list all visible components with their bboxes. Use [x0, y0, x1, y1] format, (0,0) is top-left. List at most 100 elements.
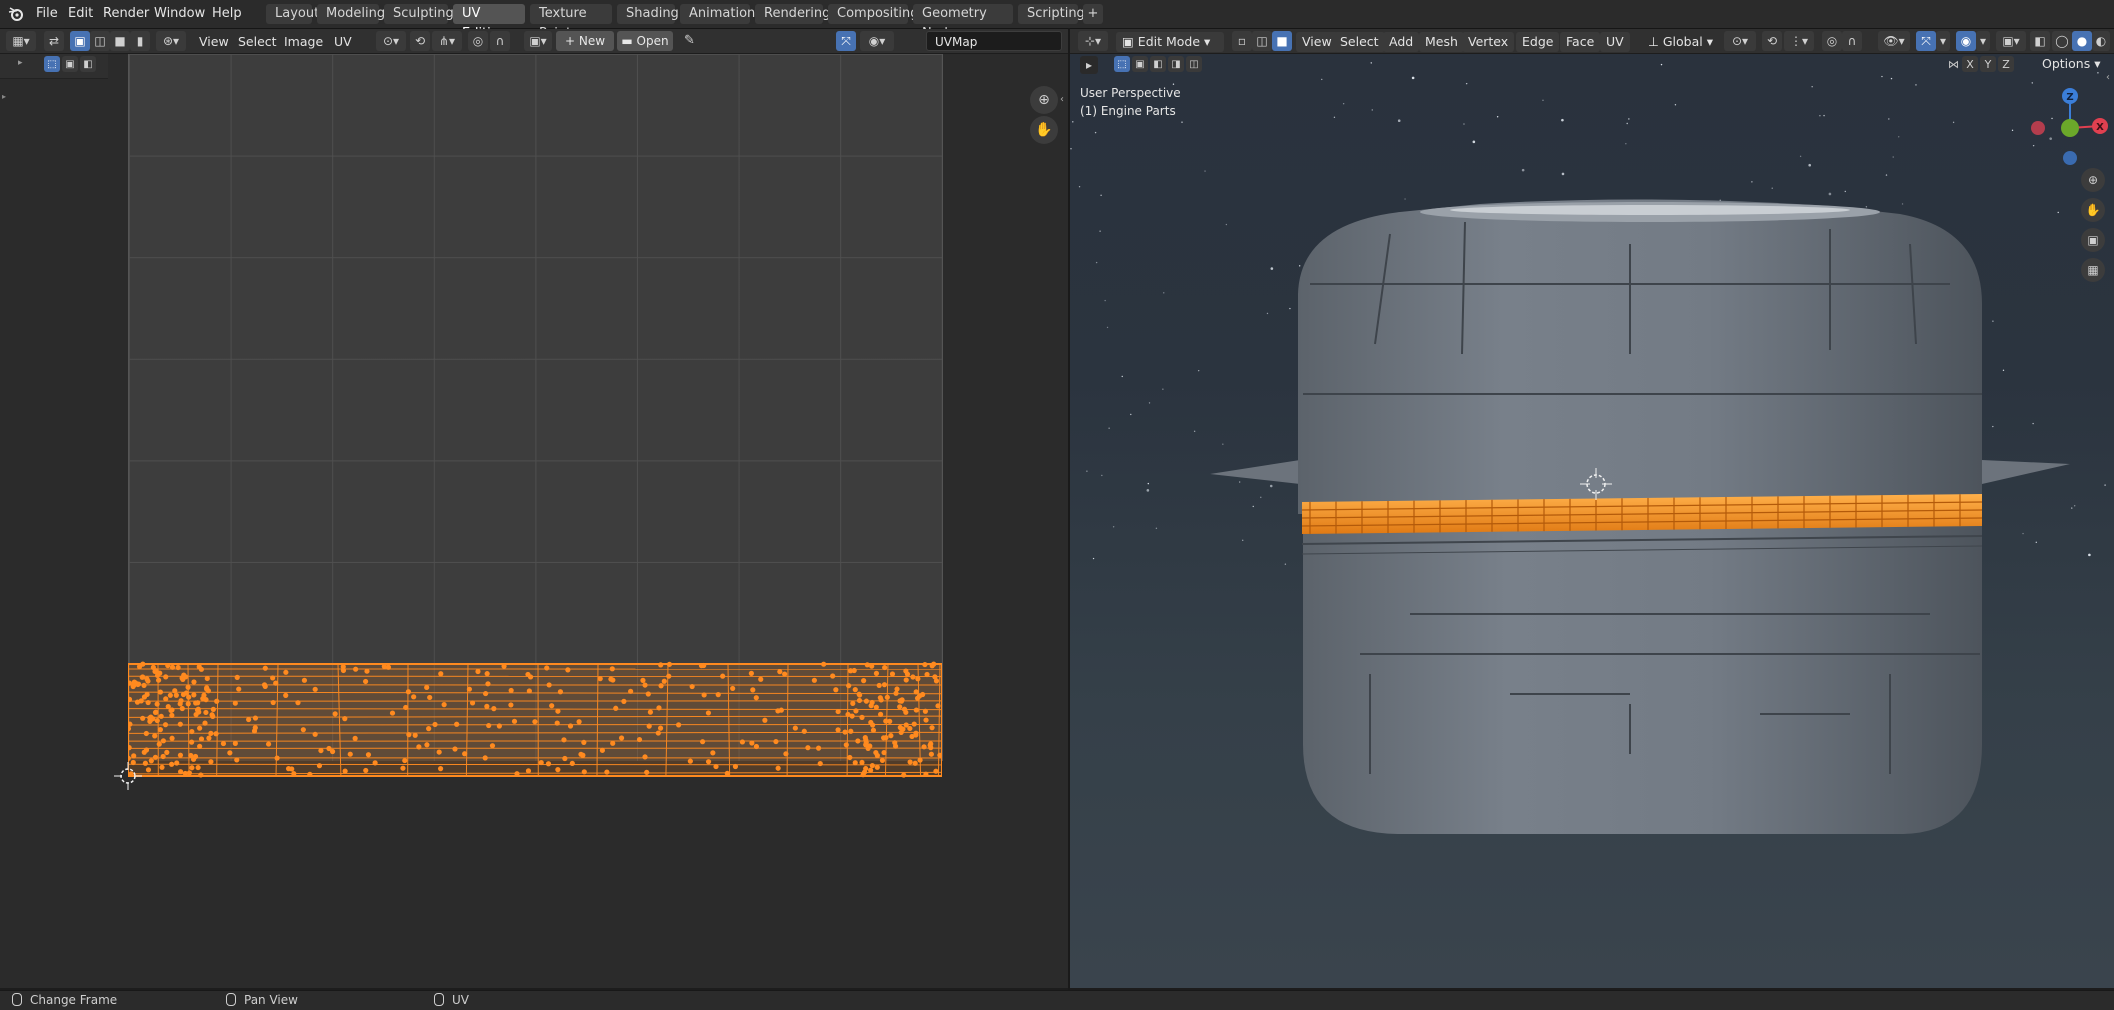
material-shading-icon[interactable]: ◐ — [2092, 31, 2110, 51]
vertex-select-icon[interactable]: ▣ — [70, 31, 90, 51]
menu-edit[interactable]: Edit — [62, 5, 99, 23]
snap-target-icon[interactable]: ⋔▾ — [432, 31, 462, 51]
mode-label: Edit Mode — [1138, 34, 1200, 49]
snapping-icon[interactable]: ⟲ — [1762, 31, 1782, 51]
vp-select-subtract-icon[interactable]: ◧ — [1150, 56, 1166, 72]
new-image-button[interactable]: + New — [556, 31, 614, 51]
select-box-tool-icon[interactable]: ⬚ — [44, 56, 60, 72]
overlay-toggle-icon[interactable]: ◉ — [1956, 31, 1976, 51]
ortho-toggle-icon[interactable]: ▦ — [2081, 258, 2105, 282]
blender-logo-icon[interactable] — [8, 6, 24, 22]
tab-shading[interactable]: Shading — [617, 4, 675, 24]
vertex-mode-icon[interactable]: ▫ — [1232, 31, 1252, 51]
vp-menu-uv[interactable]: UV — [1600, 32, 1630, 52]
menu-file[interactable]: File — [30, 5, 64, 23]
expand-arrow-icon[interactable]: ▸ — [18, 58, 23, 68]
uv-overlay-icon[interactable]: ◉▾ — [860, 31, 894, 51]
image-browse-icon[interactable]: ▣▾ — [524, 31, 552, 51]
mirror-x-toggle[interactable]: X — [1962, 56, 1978, 72]
tab-texture-paint[interactable]: Texture Paint — [530, 4, 612, 24]
tab-layout[interactable]: Layout — [266, 4, 312, 24]
gizmo-toggle-icon[interactable]: ⤧ — [1916, 31, 1936, 51]
vp-menu-mesh[interactable]: Mesh — [1419, 32, 1464, 52]
face-select-icon[interactable]: ■ — [110, 31, 130, 51]
left-region-toggle-icon[interactable]: ▸ — [2, 92, 6, 101]
editor-type-icon[interactable]: ▦▾ — [6, 31, 36, 51]
face-mode-icon[interactable]: ■ — [1272, 31, 1292, 51]
mirror-y-toggle[interactable]: Y — [1980, 56, 1996, 72]
menu-render[interactable]: Render — [97, 5, 155, 23]
navigation-gizmo[interactable]: Z X — [2024, 84, 2114, 174]
edge-select-icon[interactable]: ◫ — [90, 31, 110, 51]
uv-menu-select[interactable]: Select — [232, 32, 283, 52]
sticky-mode-icon[interactable]: ⊛▾ — [156, 31, 186, 51]
2d-cursor-icon[interactable] — [114, 762, 142, 790]
falloff-icon[interactable]: ∩ — [490, 31, 510, 51]
uv-menu-uv[interactable]: UV — [328, 32, 358, 52]
select-mode-subtract-icon[interactable]: ◧ — [80, 56, 96, 72]
island-select-icon[interactable]: ▮ — [130, 31, 150, 51]
vp-menu-vertex[interactable]: Vertex — [1462, 32, 1514, 52]
tab-uv-editing[interactable]: UV Editing — [453, 4, 525, 24]
vp-menu-select[interactable]: Select — [1334, 32, 1385, 52]
uv-menu-image[interactable]: Image — [278, 32, 329, 52]
sidebar-toggle-icon[interactable]: ‹ — [1060, 94, 1064, 105]
uvmap-field[interactable]: UVMap — [926, 31, 1062, 51]
vp-select-extend-icon[interactable]: ▣ — [1132, 56, 1148, 72]
edge-mode-icon[interactable]: ◫ — [1252, 31, 1272, 51]
3d-viewport[interactable]: ▸ ⬚ ▣ ◧ ◨ ◫ User Perspective (1) Engine … — [1070, 54, 2114, 988]
mirror-z-toggle[interactable]: Z — [1998, 56, 2014, 72]
uv-gizmo-icon[interactable]: ⤧ — [836, 31, 856, 51]
menu-help[interactable]: Help — [206, 5, 248, 23]
proportional-edit-icon[interactable]: ◎ — [468, 31, 488, 51]
new-image-label: New — [579, 34, 605, 48]
vp-select-invert-icon[interactable]: ◨ — [1168, 56, 1184, 72]
tab-geometry-nodes[interactable]: Geometry Nodes — [913, 4, 1013, 24]
tab-compositing[interactable]: Compositing — [828, 4, 908, 24]
sync-selection-icon[interactable]: ⇄ — [44, 31, 64, 51]
options-dropdown[interactable]: Options ▾ — [2036, 54, 2106, 74]
visibility-icon[interactable]: 👁▾ — [1878, 31, 1910, 51]
vp-select-box-icon[interactable]: ⬚ — [1114, 56, 1130, 72]
overlay-menu-icon[interactable]: ▾ — [1976, 31, 1990, 51]
editor-type-3d-icon[interactable]: ⊹▾ — [1078, 31, 1108, 51]
tab-modeling[interactable]: Modeling — [317, 4, 379, 24]
vp-menu-face[interactable]: Face — [1560, 32, 1600, 52]
pin-icon[interactable]: ✎ — [684, 33, 695, 48]
toolbar-toggle-icon[interactable]: ▸ — [1080, 56, 1098, 74]
mesh-edit-overlay-icon[interactable]: ▣▾ — [1996, 31, 2026, 51]
snap-element-icon[interactable]: ⋮▾ — [1784, 31, 1814, 51]
menu-window[interactable]: Window — [148, 5, 211, 23]
vp-menu-add[interactable]: Add — [1383, 32, 1419, 52]
gizmo-menu-icon[interactable]: ▾ — [1936, 31, 1950, 51]
uv-editor[interactable]: ▸ ⬚ ▣ ◧ ▸ ⊕ ✋ ‹ — [0, 54, 1068, 988]
uv-menu-view[interactable]: View — [193, 32, 235, 52]
pivot-point-icon[interactable]: ⊙▾ — [1724, 31, 1756, 51]
vp-falloff-icon[interactable]: ∩ — [1842, 31, 1862, 51]
tab-scripting[interactable]: Scripting — [1018, 4, 1078, 24]
solid-shading-icon[interactable]: ● — [2072, 31, 2092, 51]
zoom-icon[interactable]: ⊕ — [1030, 86, 1058, 114]
add-workspace-button[interactable]: + — [1083, 4, 1103, 24]
tab-animation[interactable]: Animation — [680, 4, 750, 24]
select-mode-extend-icon[interactable]: ▣ — [62, 56, 78, 72]
vp-pan-hand-icon[interactable]: ✋ — [2081, 198, 2105, 222]
xray-icon[interactable]: ◧ — [2030, 31, 2050, 51]
camera-view-icon[interactable]: ▣ — [2081, 228, 2105, 252]
vp-menu-view[interactable]: View — [1296, 32, 1338, 52]
snap-icon[interactable]: ⟲ — [410, 31, 430, 51]
vp-sidebar-toggle-icon[interactable]: ‹ — [2106, 72, 2110, 83]
vp-menu-edge[interactable]: Edge — [1516, 32, 1559, 52]
uv-island[interactable] — [128, 660, 942, 780]
mirror-icon[interactable]: ⋈ — [1948, 58, 1959, 71]
vp-proportional-edit-icon[interactable]: ◎ — [1822, 31, 1842, 51]
tab-sculpting[interactable]: Sculpting — [384, 4, 448, 24]
vp-zoom-icon[interactable]: ⊕ — [2081, 168, 2105, 192]
wireframe-shading-icon[interactable]: ◯ — [2052, 31, 2072, 51]
open-image-button[interactable]: ▬ Open — [617, 31, 673, 51]
pan-hand-icon[interactable]: ✋ — [1030, 116, 1058, 144]
pivot-icon[interactable]: ⊙▾ — [376, 31, 406, 51]
mode-dropdown[interactable]: ▣ Edit Mode ▾ — [1116, 32, 1224, 52]
vp-select-intersect-icon[interactable]: ◫ — [1186, 56, 1202, 72]
tab-rendering[interactable]: Rendering — [755, 4, 823, 24]
